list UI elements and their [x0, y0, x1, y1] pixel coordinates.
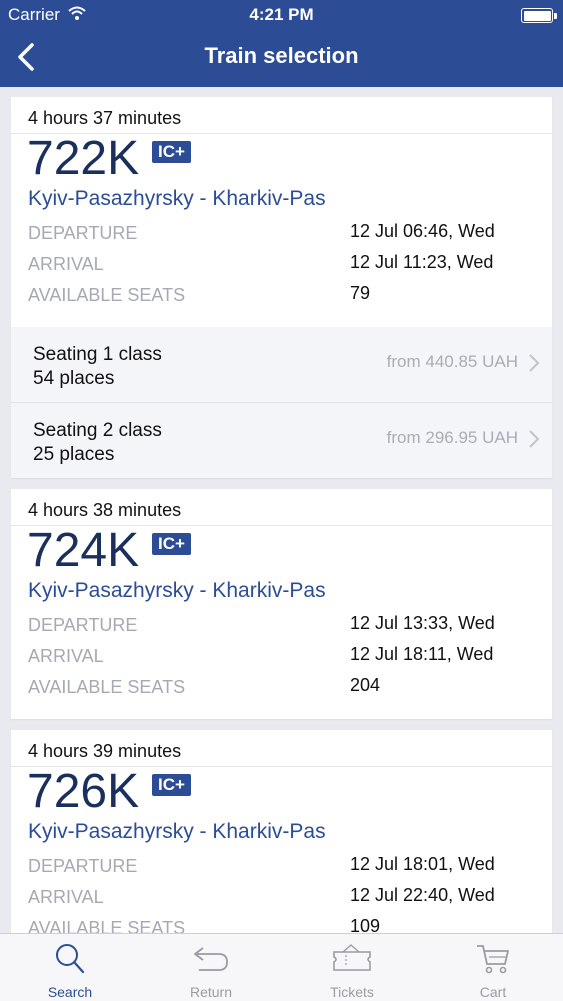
page-title: Train selection [204, 43, 359, 68]
seating-class-name: Seating 2 class [33, 420, 162, 441]
arrival-value: 12 Jul 18:11, Wed [350, 644, 494, 664]
tab-label: Cart [479, 984, 507, 1000]
train-type-badge: IC+ [152, 141, 191, 163]
chevron-right-icon [529, 354, 540, 372]
departure-label: DEPARTURE [28, 856, 138, 876]
tab-label: Return [189, 984, 233, 1000]
route-label: Kyiv-Pasazhyrsky - Kharkiv-Pas [28, 820, 326, 843]
tab-cart[interactable]: Cart [423, 934, 563, 1001]
route-label: Kyiv-Pasazhyrsky - Kharkiv-Pas [28, 187, 326, 210]
train-type-badge: IC+ [152, 774, 191, 796]
seating-class-row[interactable]: Seating 2 class 25 places from 296.95 UA… [11, 403, 552, 478]
nav-bar: Train selection [0, 30, 563, 87]
trip-duration: 4 hours 39 minutes [11, 730, 552, 767]
train-number: 724K [27, 524, 140, 577]
status-bar: Carrier 4:21 PM [0, 0, 563, 30]
seating-class-price: from 440.85 UAH [386, 352, 518, 371]
tab-search[interactable]: Search [0, 934, 140, 1001]
seating-class-price: from 296.95 UAH [386, 428, 518, 447]
departure-label: DEPARTURE [28, 223, 138, 243]
train-number: 726K [27, 765, 140, 818]
return-icon [194, 947, 228, 971]
tab-label: Search [47, 984, 93, 1000]
battery-icon [521, 8, 557, 23]
tab-return[interactable]: Return [141, 934, 281, 1001]
departure-value: 12 Jul 06:46, Wed [350, 221, 495, 241]
tab-bar: Search Return Tickets Cart [0, 933, 563, 1001]
clock: 4:21 PM [249, 5, 314, 24]
available-seats-value: 109 [350, 916, 381, 933]
departure-label: DEPARTURE [28, 615, 138, 635]
available-seats-label: AVAILABLE SEATS [28, 285, 186, 305]
seating-class-places: 54 places [33, 368, 115, 389]
train-list[interactable]: 4 hours 37 minutes 722K IC+ Kyiv-Pasazhy… [0, 87, 563, 933]
train-number: 722K [27, 132, 140, 185]
train-card[interactable]: 4 hours 38 minutes 724K IC+ Kyiv-Pasazhy… [11, 489, 552, 719]
seating-class-row[interactable]: Seating 1 class 54 places from 440.85 UA… [11, 327, 552, 402]
tab-label: Tickets [330, 984, 374, 1000]
train-type-badge: IC+ [152, 533, 191, 555]
available-seats-label: AVAILABLE SEATS [28, 918, 186, 933]
train-card[interactable]: 4 hours 39 minutes 726K IC+ Kyiv-Pasazhy… [11, 730, 552, 933]
departure-value: 12 Jul 18:01, Wed [350, 854, 495, 874]
arrival-value: 12 Jul 22:40, Wed [350, 885, 495, 905]
seating-class-name: Seating 1 class [33, 344, 162, 365]
tab-tickets[interactable]: Tickets [282, 934, 422, 1001]
arrival-label: ARRIVAL [28, 887, 104, 907]
trip-duration: 4 hours 37 minutes [11, 97, 552, 134]
available-seats-label: AVAILABLE SEATS [28, 677, 186, 697]
arrival-label: ARRIVAL [28, 646, 104, 666]
search-icon [56, 944, 85, 974]
trip-duration: 4 hours 38 minutes [11, 489, 552, 526]
cart-icon [477, 945, 509, 974]
route-label: Kyiv-Pasazhyrsky - Kharkiv-Pas [28, 579, 326, 602]
chevron-right-icon [529, 430, 540, 448]
seating-class-places: 25 places [33, 444, 115, 465]
train-card[interactable]: 4 hours 37 minutes 722K IC+ Kyiv-Pasazhy… [11, 97, 552, 478]
arrival-label: ARRIVAL [28, 254, 104, 274]
departure-value: 12 Jul 13:33, Wed [350, 613, 495, 633]
available-seats-value: 204 [350, 675, 381, 695]
available-seats-value: 79 [350, 283, 371, 303]
ticket-icon [333, 944, 371, 971]
arrival-value: 12 Jul 11:23, Wed [350, 252, 494, 272]
